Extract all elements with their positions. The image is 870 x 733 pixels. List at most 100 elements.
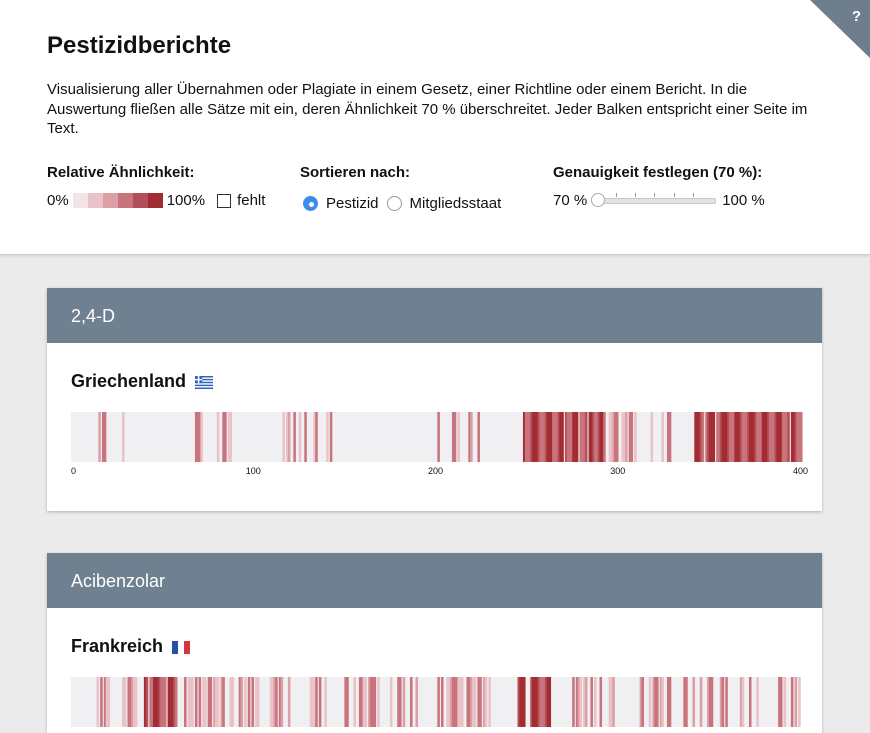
page-bar <box>603 412 606 462</box>
france-flag-icon <box>172 641 191 654</box>
page-bar <box>440 677 444 727</box>
page-bar <box>184 677 187 727</box>
page-bar <box>473 677 477 727</box>
page-bar <box>373 677 377 727</box>
greece-flag-icon <box>195 376 214 389</box>
accuracy-control: 70 % 100 % <box>553 192 765 209</box>
sort-options: Pestizid Mitgliedsstaat <box>303 195 501 212</box>
page-bar <box>798 677 801 727</box>
page-bar <box>324 677 327 727</box>
accuracy-title: Genauigkeit festlegen (70 %): <box>553 164 763 181</box>
accuracy-min-label: 70 % <box>553 192 588 209</box>
legend-swatch <box>87 193 103 208</box>
page-bar <box>641 677 644 727</box>
sort-title: Sortieren nach: <box>300 164 411 181</box>
page-bar <box>783 677 787 727</box>
page-bar <box>488 677 491 727</box>
page-bar <box>244 677 247 727</box>
pesticide-header: Acibenzolar <box>47 553 822 608</box>
page-bar <box>364 677 367 727</box>
page-bar <box>579 677 583 727</box>
page-bar <box>329 412 333 462</box>
help-button[interactable]: ? <box>810 0 870 58</box>
missing-swatch <box>217 193 232 208</box>
page-bar <box>668 412 672 462</box>
page-bar <box>287 677 291 727</box>
similarity-legend: 0% 100% fehlt <box>47 192 265 209</box>
page-bar <box>163 677 167 727</box>
pesticide-header: 2,4-D <box>47 288 822 343</box>
page-bar <box>409 677 413 727</box>
accuracy-max-label: 100 % <box>722 192 765 209</box>
page-bar <box>548 677 552 727</box>
accuracy-slider[interactable] <box>591 192 717 207</box>
page-bar <box>134 677 138 727</box>
page-bar <box>282 412 285 462</box>
page-bar <box>194 677 198 727</box>
axis-tick-label: 0 <box>71 466 76 476</box>
page-bar <box>668 677 672 727</box>
country-title: Griechenland <box>71 371 214 392</box>
page-bar <box>701 412 705 462</box>
page-bar <box>399 677 402 727</box>
page-bar <box>650 412 654 462</box>
legend-missing-label: fehlt <box>237 192 266 209</box>
page-bar <box>625 412 628 462</box>
page-bar <box>216 412 220 462</box>
page-bar <box>318 677 322 727</box>
page-bar <box>437 677 440 727</box>
page-bar <box>315 677 318 727</box>
page-bar <box>522 677 526 727</box>
page-bar <box>224 412 227 462</box>
page-bar <box>437 412 440 462</box>
page-bar <box>594 677 597 727</box>
page-bar <box>470 412 473 462</box>
page-bar <box>280 677 284 727</box>
page-bar <box>346 677 349 727</box>
page-bar <box>721 677 725 727</box>
page-bar <box>479 677 482 727</box>
legend-swatch <box>117 193 133 208</box>
page-bar <box>612 677 615 727</box>
accuracy-slider-thumb[interactable] <box>591 192 606 207</box>
legend-swatch <box>147 193 163 208</box>
page-bar <box>103 412 107 462</box>
page-bar <box>231 677 234 727</box>
page-bar <box>377 677 380 727</box>
intro-text: Visualisierung aller Übernahmen oder Pla… <box>47 81 808 137</box>
page-bar <box>710 677 714 727</box>
pesticide-card-2-4-d: 2,4-D Griechenland 0 100 200 300 400 <box>47 288 822 511</box>
page-bar <box>661 412 665 462</box>
page-bar <box>200 412 203 462</box>
page-similarity-bars <box>71 677 801 727</box>
country-name: Frankreich <box>71 636 164 656</box>
page-bar <box>779 677 783 727</box>
page-bar <box>247 677 251 727</box>
page-bar <box>353 677 357 727</box>
page-bar <box>692 677 696 727</box>
radio-pestizid[interactable] <box>303 196 318 211</box>
page-bar <box>630 412 634 462</box>
page-bar <box>794 677 798 727</box>
page-bar <box>561 412 564 462</box>
page-bar <box>712 412 716 462</box>
page-bar <box>251 677 254 727</box>
page-bar <box>453 412 457 462</box>
header-panel: ? Pestizidberichte Visualisierung aller … <box>0 0 870 255</box>
page-bar <box>216 677 220 727</box>
page-bar <box>484 677 488 727</box>
page-bar <box>100 677 103 727</box>
radio-mitgliedsstaat-label[interactable]: Mitgliedsstaat <box>410 195 502 212</box>
page-bar <box>590 677 593 727</box>
legend-swatch <box>102 193 118 208</box>
page-bar <box>204 677 207 727</box>
page-bar <box>229 412 233 462</box>
radio-pestizid-label[interactable]: Pestizid <box>326 195 379 212</box>
page-bar <box>240 677 244 727</box>
help-icon[interactable]: ? <box>852 8 861 25</box>
legend-min-label: 0% <box>47 192 69 209</box>
radio-mitgliedsstaat[interactable] <box>386 196 402 211</box>
legend-swatch <box>72 193 88 208</box>
page-bar <box>787 412 790 462</box>
page-bar <box>615 412 619 462</box>
